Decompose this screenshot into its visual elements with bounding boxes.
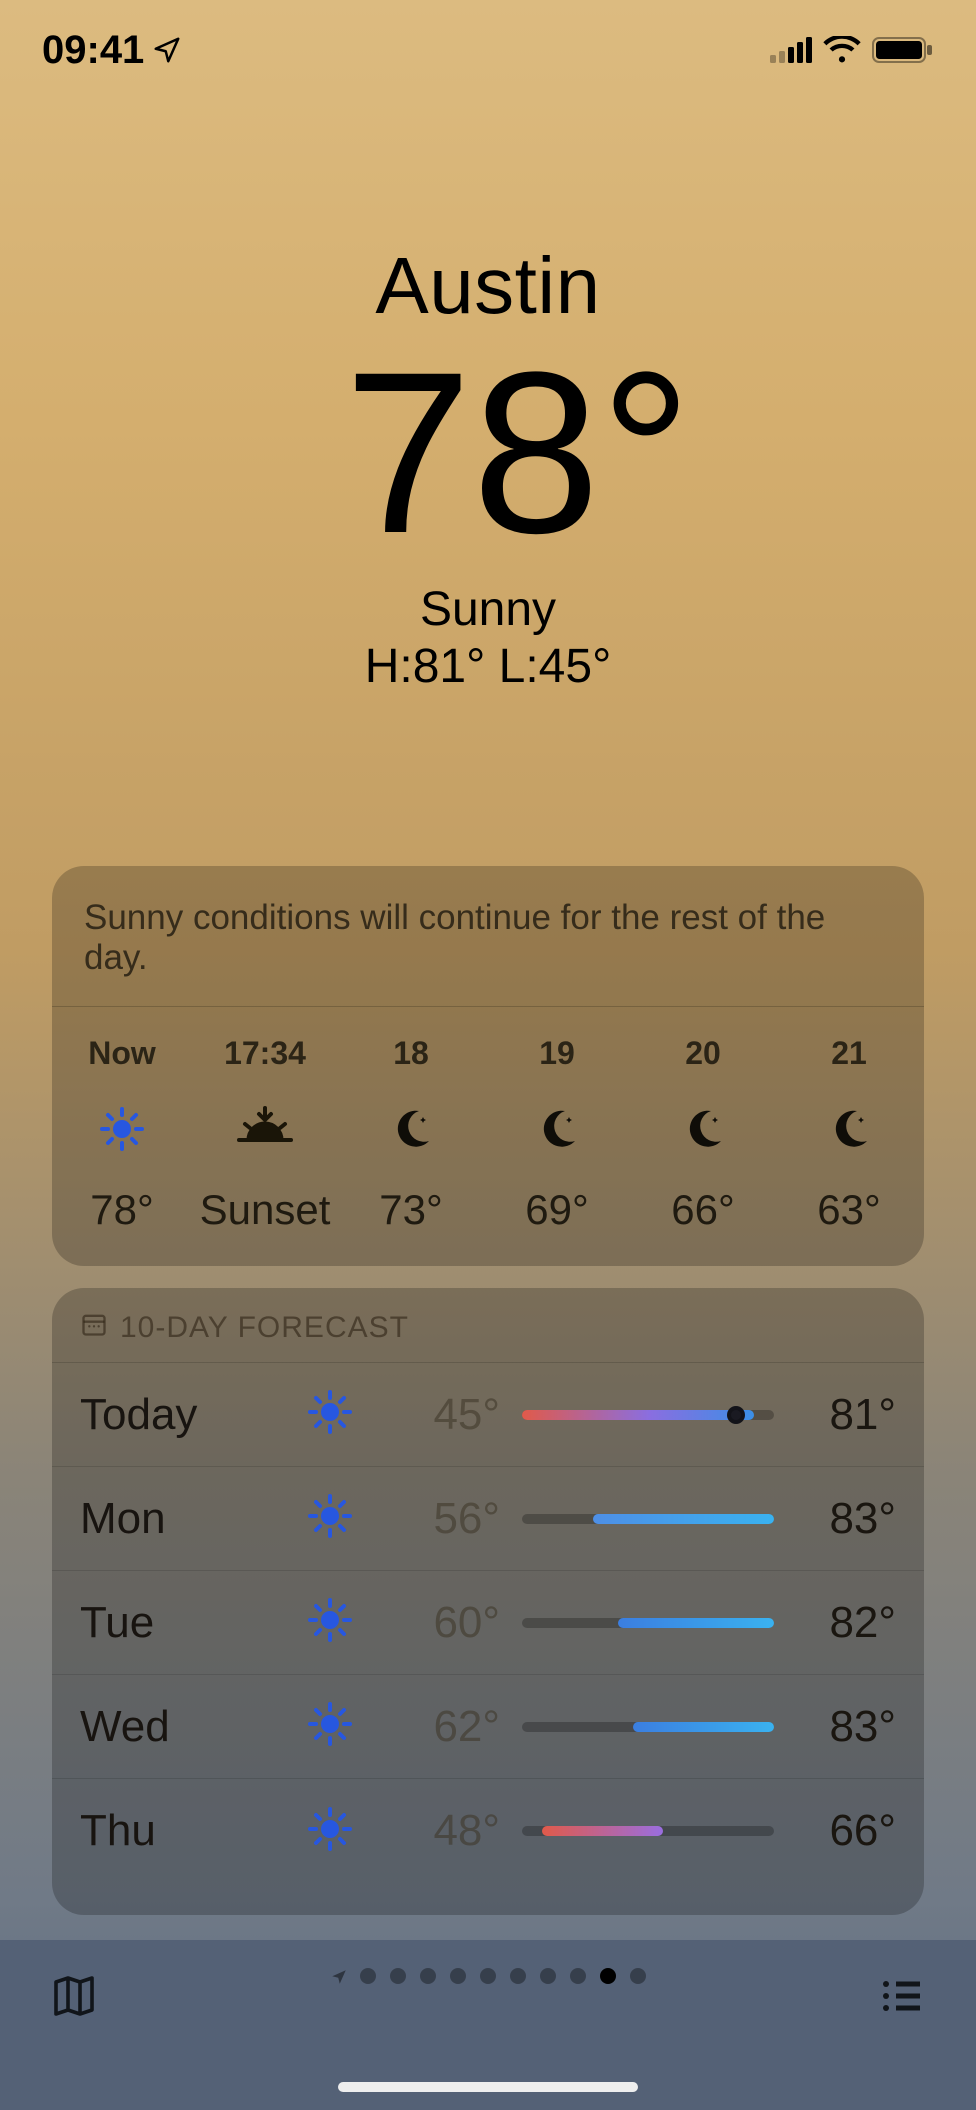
page-dot[interactable] (420, 1968, 436, 1984)
day-row[interactable]: Today 45° 81° (52, 1363, 924, 1467)
hour-time: 20 (630, 1035, 776, 1072)
day-low: 60° (380, 1598, 500, 1648)
day-low: 48° (380, 1806, 500, 1856)
hour-item: 20 66° (630, 1035, 776, 1234)
page-dot[interactable] (450, 1968, 466, 1984)
sun-icon (280, 1807, 380, 1856)
home-indicator[interactable] (338, 2082, 638, 2092)
hour-item: 19 69° (484, 1035, 630, 1234)
day-low: 56° (380, 1494, 500, 1544)
page-dot[interactable] (510, 1968, 526, 1984)
map-button[interactable] (46, 1968, 102, 2024)
day-name: Today (80, 1390, 280, 1440)
page-dot[interactable] (630, 1968, 646, 1984)
page-dot[interactable] (570, 1968, 586, 1984)
daily-forecast-title: 10-DAY FORECAST (120, 1311, 409, 1345)
temp-range-bar (500, 1722, 796, 1732)
day-high: 83° (796, 1702, 896, 1752)
page-dot[interactable] (390, 1968, 406, 1984)
hour-item: 17:34 Sunset (192, 1035, 338, 1234)
temp-range-bar (500, 1410, 796, 1420)
status-bar: 09:41 (0, 0, 976, 100)
hourly-forecast-card[interactable]: Sunny conditions will continue for the r… (52, 866, 924, 1266)
hour-time: 18 (338, 1035, 484, 1072)
day-row[interactable]: Tue 60° 82° (52, 1571, 924, 1675)
day-name: Wed (80, 1702, 280, 1752)
moon-icon (338, 1090, 484, 1168)
hourly-scroll[interactable]: Now 78° 17:34 Sunset 18 73° 19 69° 20 66° 21 63° (52, 1007, 924, 1234)
sun-icon (280, 1598, 380, 1647)
list-button[interactable] (874, 1968, 930, 2024)
daily-forecast-card[interactable]: 10-DAY FORECAST Today 45° 81° Mon 56° 83° Tue 6… (52, 1288, 924, 1915)
battery-icon (872, 36, 934, 64)
day-high: 81° (796, 1390, 896, 1440)
city-name: Austin (0, 240, 976, 332)
day-row[interactable]: Mon 56° 83° (52, 1467, 924, 1571)
day-low: 45° (380, 1390, 500, 1440)
location-arrow-icon (152, 35, 182, 65)
page-dot[interactable] (480, 1968, 496, 1984)
page-dot[interactable] (360, 1968, 376, 1984)
day-name: Thu (80, 1806, 280, 1856)
hour-value: Sunset (192, 1186, 338, 1234)
hour-value: 66° (630, 1186, 776, 1234)
sun-icon (280, 1390, 380, 1439)
sunset-icon (192, 1090, 338, 1168)
moon-icon (776, 1090, 922, 1168)
page-dots[interactable] (330, 1968, 646, 1984)
page-dot[interactable] (600, 1968, 616, 1984)
sun-icon (280, 1702, 380, 1751)
daily-forecast-header: 10-DAY FORECAST (52, 1310, 924, 1363)
day-high: 83° (796, 1494, 896, 1544)
day-row[interactable]: Wed 62° 83° (52, 1675, 924, 1779)
day-name: Tue (80, 1598, 280, 1648)
hour-time: 19 (484, 1035, 630, 1072)
hour-value: 69° (484, 1186, 630, 1234)
sun-icon (52, 1090, 192, 1168)
hour-time: Now (52, 1035, 192, 1072)
high-low: H:81° L:45° (0, 639, 976, 694)
bottom-tabbar (0, 1940, 976, 2110)
hour-value: 63° (776, 1186, 922, 1234)
wifi-icon (822, 36, 862, 64)
cellular-signal-icon (770, 37, 812, 63)
hour-item: 18 73° (338, 1035, 484, 1234)
sun-icon (280, 1494, 380, 1543)
status-time: 09:41 (42, 28, 144, 73)
current-weather: Austin 78° Sunny H:81° L:45° (0, 240, 976, 694)
hourly-summary: Sunny conditions will continue for the r… (52, 898, 924, 1007)
current-condition: Sunny (0, 582, 976, 637)
calendar-icon (80, 1310, 108, 1346)
current-temperature: 78° (60, 332, 976, 574)
hour-item: 21 63° (776, 1035, 922, 1234)
hour-value: 73° (338, 1186, 484, 1234)
day-name: Mon (80, 1494, 280, 1544)
hour-time: 17:34 (192, 1035, 338, 1072)
temp-range-bar (500, 1514, 796, 1524)
temp-range-bar (500, 1618, 796, 1628)
day-high: 82° (796, 1598, 896, 1648)
moon-icon (484, 1090, 630, 1168)
day-row[interactable]: Thu 48° 66° (52, 1779, 924, 1883)
hour-value: 78° (52, 1186, 192, 1234)
day-high: 66° (796, 1806, 896, 1856)
temp-range-bar (500, 1826, 796, 1836)
day-low: 62° (380, 1702, 500, 1752)
location-dot-icon[interactable] (330, 1968, 346, 1984)
hour-item: Now 78° (52, 1035, 192, 1234)
page-dot[interactable] (540, 1968, 556, 1984)
moon-icon (630, 1090, 776, 1168)
hour-time: 21 (776, 1035, 922, 1072)
